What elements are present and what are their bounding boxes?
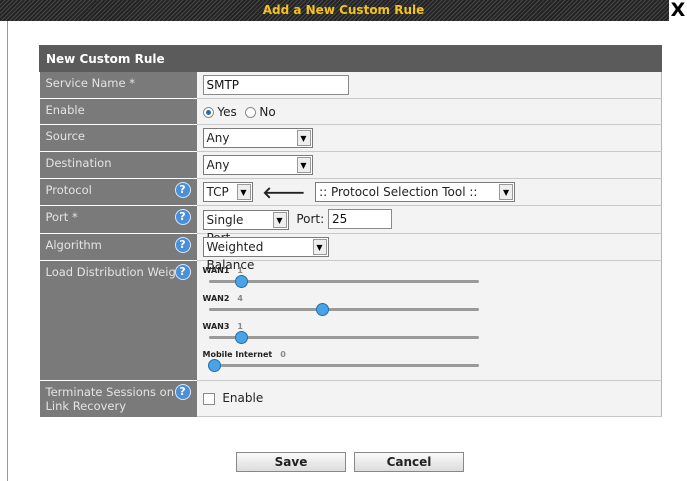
dialog-title: Add a New Custom Rule <box>262 3 425 17</box>
algorithm-label: Algorithm ? <box>39 233 197 261</box>
enable-yes-label: Yes <box>217 104 237 119</box>
help-icon[interactable]: ? <box>174 209 191 225</box>
wan-weight-value: 1 <box>237 322 243 331</box>
destination-select[interactable]: Any ▼ <box>202 155 313 175</box>
wan-name: WAN2 <box>202 294 230 303</box>
protocol-selection-tool-select[interactable]: :: Protocol Selection Tool :: ▼ <box>315 182 516 202</box>
slider-track <box>208 364 479 367</box>
enable-no-radio[interactable] <box>244 106 256 118</box>
wan-weight-value: 4 <box>237 294 243 303</box>
terminate-sessions-label: Terminate Sessions on Link Recovery ? <box>39 380 197 417</box>
service-name-input[interactable] <box>202 75 349 95</box>
save-button[interactable]: Save <box>236 452 346 472</box>
load-distribution-label: Load Distribution Weight ? <box>39 260 197 381</box>
wan-weight-row: WAN1 1 <box>203 264 656 292</box>
chevron-down-icon: ▼ <box>296 157 311 173</box>
help-icon[interactable]: ? <box>174 383 191 400</box>
wan-weight-value: 0 <box>280 350 286 359</box>
wan2-weight-slider[interactable] <box>316 303 329 316</box>
slider-track <box>208 280 479 283</box>
wan-name: WAN3 <box>202 322 230 331</box>
wan-weight-row: WAN2 4 <box>203 292 656 320</box>
protocol-select[interactable]: TCP ▼ <box>202 182 253 202</box>
form-header: New Custom Rule <box>39 45 662 72</box>
wan3-weight-slider[interactable] <box>235 331 248 344</box>
arrow-left-icon: 🡐 <box>262 183 306 202</box>
terminate-enable-label: Enable <box>222 391 264 406</box>
destination-label: Destination <box>39 151 197 179</box>
dialog-titlebar: Add a New Custom Rule X <box>0 0 687 21</box>
wan-weight-row: Mobile Internet 0 <box>203 348 656 376</box>
wan-name: WAN1 <box>202 266 230 275</box>
wan1-weight-slider[interactable] <box>235 275 248 288</box>
source-label: Source <box>39 124 197 152</box>
mobile-internet-weight-slider[interactable] <box>208 359 221 372</box>
help-icon[interactable]: ? <box>174 182 191 198</box>
chevron-down-icon: ▼ <box>312 238 327 255</box>
port-field-label: Port: <box>296 212 325 226</box>
wan-name: Mobile Internet <box>202 350 273 359</box>
chevron-down-icon: ▼ <box>272 211 287 228</box>
slider-track <box>208 308 479 311</box>
enable-label: Enable <box>39 98 197 125</box>
chevron-down-icon: ▼ <box>296 130 311 146</box>
chevron-down-icon: ▼ <box>499 184 514 200</box>
enable-yes-radio[interactable] <box>202 106 214 118</box>
wan-weight-row: WAN3 1 <box>203 320 656 348</box>
terminate-enable-checkbox[interactable] <box>202 392 215 405</box>
chevron-down-icon: ▼ <box>236 184 251 200</box>
dialog-buttons: Save Cancel <box>0 452 687 474</box>
port-input[interactable] <box>328 209 392 229</box>
source-select[interactable]: Any ▼ <box>202 128 313 148</box>
help-icon[interactable]: ? <box>174 263 191 280</box>
wan-weight-value: 1 <box>237 266 243 275</box>
close-icon[interactable]: X <box>669 0 687 21</box>
cancel-button[interactable]: Cancel <box>354 452 464 472</box>
port-label: Port * ? <box>39 205 197 234</box>
help-icon[interactable]: ? <box>174 236 191 253</box>
service-name-label: Service Name * <box>39 71 197 99</box>
slider-track <box>208 336 479 339</box>
protocol-label: Protocol ? <box>39 178 197 206</box>
algorithm-select[interactable]: Weighted Balance ▼ <box>202 236 329 272</box>
wan-weights: WAN1 1 WAN2 4 WAN3 1 Mobile Internet 0 <box>196 260 662 381</box>
port-mode-select[interactable]: Single Port▼ <box>202 209 289 245</box>
custom-rule-form: New Custom Rule Service Name * Enable Ye… <box>39 45 662 417</box>
enable-no-label: No <box>259 104 276 119</box>
dialog-left-border <box>7 21 8 481</box>
